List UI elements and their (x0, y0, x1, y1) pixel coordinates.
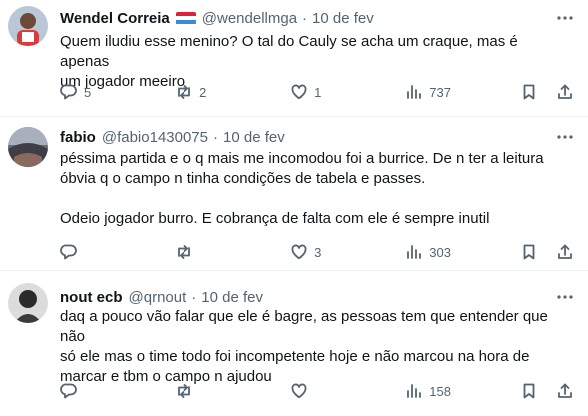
timestamp[interactable]: 10 de fev (223, 129, 285, 146)
display-name[interactable]: nout ecb (60, 289, 123, 306)
tweet-body: daq a pouco vão falar que ele é bagre, a… (60, 308, 548, 385)
share-button[interactable] (556, 243, 574, 261)
reply-icon (60, 84, 77, 100)
like-button[interactable]: 3 (290, 243, 405, 261)
reply-icon (60, 244, 77, 260)
repost-button[interactable]: 2 (175, 83, 290, 101)
share-icon (558, 383, 572, 398)
view-count: 158 (429, 383, 451, 399)
share-button[interactable] (556, 83, 574, 101)
bookmark-button[interactable] (520, 83, 556, 101)
user-handle[interactable]: @qrnout (129, 289, 187, 306)
tweet-body: péssima partida e o q mais me incomodou … (60, 150, 544, 227)
display-name[interactable]: fabio (60, 129, 96, 146)
views-icon (407, 85, 422, 99)
tweet-text: daq a pouco vão falar que ele é bagre, a… (60, 307, 568, 387)
bookmark-icon (523, 383, 535, 399)
share-icon (558, 84, 572, 99)
views-icon (407, 384, 422, 398)
tweet-actions: 3 303 (60, 242, 574, 262)
bookmark-button[interactable] (520, 382, 556, 400)
more-icon[interactable] (556, 9, 574, 27)
display-name[interactable]: Wendel Correia (60, 10, 170, 27)
bookmark-icon (523, 84, 535, 100)
views-button[interactable]: 158 (405, 382, 520, 400)
reply-button[interactable] (60, 243, 175, 261)
tweet[interactable]: fabio @fabio1430075 · 10 de fev péssima … (0, 117, 588, 270)
share-button[interactable] (556, 382, 574, 400)
tweet-header: fabio @fabio1430075 · 10 de fev (60, 127, 548, 147)
timestamp[interactable]: 10 de fev (201, 289, 263, 306)
tweet[interactable]: nout ecb @qrnout · 10 de fev daq a pouco… (0, 271, 588, 416)
like-button[interactable] (290, 382, 405, 400)
heart-icon (291, 244, 307, 260)
view-count: 303 (429, 244, 451, 260)
avatar[interactable] (8, 6, 48, 46)
tweet[interactable]: Wendel Correia @wendellmga · 10 de fev Q… (0, 0, 588, 116)
tweet-text: péssima partida e o q mais me incomodou … (60, 149, 568, 229)
avatar[interactable] (8, 127, 48, 167)
separator-dot: · (213, 128, 218, 146)
heart-icon (291, 383, 307, 399)
repost-icon (178, 245, 190, 259)
bookmark-icon (523, 244, 535, 260)
reply-icon (60, 383, 77, 399)
repost-count: 2 (199, 84, 207, 100)
more-icon[interactable] (556, 128, 574, 146)
repost-button[interactable] (175, 243, 290, 261)
tweet-header: Wendel Correia @wendellmga · 10 de fev (60, 8, 548, 28)
tweet-actions: 158 (60, 381, 574, 401)
heart-icon (291, 84, 307, 100)
views-icon (407, 245, 422, 259)
view-count: 737 (429, 84, 451, 100)
separator-dot: · (191, 288, 197, 306)
tweet-actions: 5 2 1 737 (60, 82, 574, 102)
repost-icon (178, 384, 190, 398)
user-handle[interactable]: @wendellmga (202, 10, 297, 27)
views-button[interactable]: 737 (405, 83, 520, 101)
repost-button[interactable] (175, 382, 290, 400)
avatar[interactable] (8, 283, 48, 323)
reply-button[interactable]: 5 (60, 83, 175, 101)
bookmark-button[interactable] (520, 243, 556, 261)
reply-count: 5 (84, 84, 92, 100)
timestamp[interactable]: 10 de fev (312, 10, 374, 27)
separator-dot: · (302, 9, 308, 27)
more-icon[interactable] (556, 288, 574, 306)
flag-emoji (175, 11, 196, 25)
like-button[interactable]: 1 (290, 83, 405, 101)
user-handle[interactable]: @fabio1430075 (102, 129, 208, 146)
like-count: 3 (314, 244, 322, 260)
share-icon (558, 244, 572, 259)
views-button[interactable]: 303 (405, 243, 520, 261)
reply-button[interactable] (60, 382, 175, 400)
like-count: 1 (314, 84, 322, 100)
tweet-header: nout ecb @qrnout · 10 de fev (60, 287, 548, 307)
repost-icon (178, 85, 190, 99)
